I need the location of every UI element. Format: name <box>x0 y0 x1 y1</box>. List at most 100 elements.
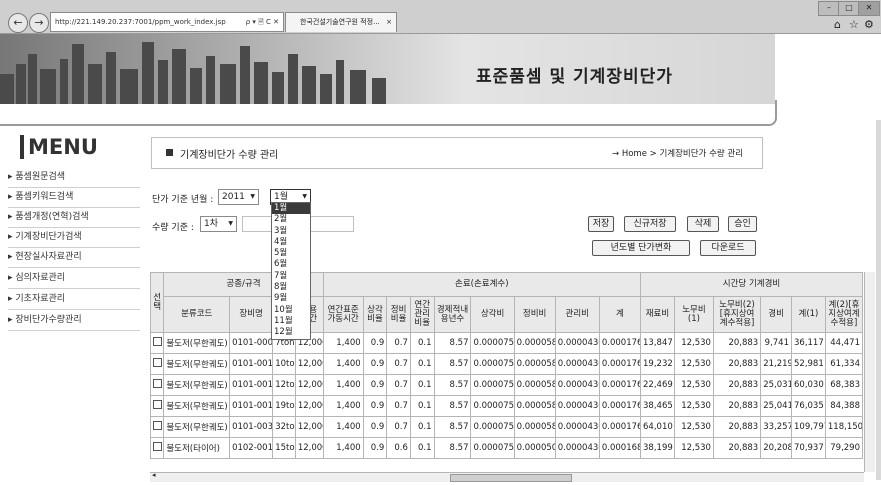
sidebar-item-5[interactable]: ▸ 현장실사자료관리 <box>8 247 140 268</box>
table-row: 불도저(타이어)0102-001515ton12,0001,4000.90.60… <box>149 437 864 459</box>
address-bar[interactable]: http://221.149.20.237:7001/ppm_work_inde… <box>50 12 284 32</box>
sidebar-item-2[interactable]: ▸ 품셈키워드검색 <box>8 187 140 208</box>
table-row: 불도저(무한궤도)0101-001919ton12,0001,4000.90.7… <box>149 395 864 417</box>
month-option[interactable]: 12월 <box>272 327 310 338</box>
delete-button[interactable]: 삭제 <box>687 216 719 232</box>
month-option[interactable]: 9월 <box>272 293 310 304</box>
table-cell: 0102-0015 <box>229 437 274 459</box>
table-cell: 0.0001763 <box>598 374 642 396</box>
table-cell: 0.1 <box>409 395 435 417</box>
table-cell: 68,383 <box>824 374 864 396</box>
scroll-left-icon[interactable]: ◂ <box>152 471 156 479</box>
table-cell: 20,883 <box>712 437 762 459</box>
sidebar-item-1[interactable]: ▸ 품셈원문검색 <box>8 167 140 188</box>
settings-gear-icon[interactable]: ⚙ <box>864 18 874 31</box>
table-cell: 79,290 <box>824 437 864 459</box>
table-cell: 0.0000750 <box>470 353 515 375</box>
month-option[interactable]: 7월 <box>272 271 310 282</box>
table-cell: 12,000 <box>294 374 324 396</box>
row-checkbox[interactable] <box>153 379 162 388</box>
table-cell: 0.0000750 <box>470 395 515 417</box>
qty-select[interactable]: 1차 ▼ <box>200 216 237 232</box>
table-cell: 12,530 <box>673 353 714 375</box>
row-checkbox[interactable] <box>153 337 162 346</box>
table-cell: 44,471 <box>824 332 864 354</box>
approve-button[interactable]: 승인 <box>728 216 757 232</box>
close-window-icon[interactable]: ✕ <box>858 1 880 16</box>
table-row: 불도저(무한궤도)0101-003232ton12,0001,4000.90.7… <box>149 416 864 438</box>
table-cell: 0.0000583 <box>513 416 556 438</box>
table-cell: 19ton <box>272 395 296 417</box>
table-cell: 61,334 <box>824 353 864 375</box>
download-button[interactable]: 다운로드 <box>700 240 756 256</box>
table-cell: 12,530 <box>673 374 714 396</box>
home-icon[interactable]: ⌂ <box>834 18 841 31</box>
save-button[interactable]: 저장 <box>588 216 614 232</box>
table-cell: 0.0000583 <box>513 374 556 396</box>
banner-title: 표준품셈 및 기계장비단가 <box>476 67 673 87</box>
month-option[interactable]: 5월 <box>272 248 310 259</box>
vertical-scrollbar[interactable] <box>864 272 875 472</box>
col-labor2: 노무비(2)[휴지상여계수적용] <box>712 296 762 333</box>
table-cell: 0.7 <box>386 416 411 438</box>
address-tools[interactable]: ρ ▾ 🗎 C ✕ <box>246 13 279 31</box>
row-select-cell <box>149 374 165 396</box>
city-skyline-image <box>0 42 386 104</box>
table-cell: 12,530 <box>673 437 714 459</box>
forward-icon[interactable]: → <box>29 13 49 33</box>
year-select[interactable]: 2011 ▼ <box>218 189 259 205</box>
row-checkbox[interactable] <box>153 400 162 409</box>
sidebar-item-4[interactable]: ▸ 기계장비단가검색 <box>8 227 140 248</box>
back-icon[interactable]: ← <box>8 13 28 33</box>
yearly-change-button[interactable]: 년도별 단가변화 <box>592 240 690 256</box>
month-option[interactable]: 3월 <box>272 226 310 237</box>
page-header: 기계장비단가 수량 관리 → Home > 기계장비단가 수량 관리 <box>151 137 763 169</box>
tab-close-icon[interactable]: × <box>386 13 392 32</box>
table-cell: 0.7 <box>386 374 411 396</box>
table-cell: 12,530 <box>673 332 714 354</box>
banner-divider <box>0 100 777 126</box>
table-cell: 22,469 <box>640 374 675 396</box>
col-maint-cost: 정비비 <box>513 296 556 333</box>
table-cell: 0.0000750 <box>470 374 515 396</box>
row-select-cell <box>149 353 165 375</box>
table-cell: 10ton <box>272 353 296 375</box>
table-cell: 0.0000430 <box>554 395 600 417</box>
browser-tab[interactable]: 한국건설기술연구원 적정... × <box>285 12 397 32</box>
scroll-thumb[interactable] <box>450 474 572 482</box>
month-option[interactable]: 4월 <box>272 237 310 248</box>
table-cell: 8.57 <box>433 374 472 396</box>
month-option[interactable]: 6월 <box>272 259 310 270</box>
row-checkbox[interactable] <box>153 358 162 367</box>
table-cell: 0.0000430 <box>554 353 600 375</box>
maximize-icon[interactable]: □ <box>838 1 860 16</box>
row-checkbox[interactable] <box>153 442 162 451</box>
page-scrollbar[interactable] <box>876 120 881 480</box>
table-cell: 1,400 <box>322 416 364 438</box>
sidebar-item-3[interactable]: ▸ 품셈개정(연혁)검색 <box>8 207 140 228</box>
table-cell: 12,000 <box>294 353 324 375</box>
qty-label: 수량 기준 : <box>152 223 194 233</box>
row-select-cell <box>149 332 165 354</box>
table-cell: 불도저(무한궤도) <box>163 374 231 396</box>
table-cell: 76,035 <box>791 395 826 417</box>
new-save-button[interactable]: 신규저장 <box>624 216 676 232</box>
table-cell: 0.0000750 <box>470 332 515 354</box>
sidebar-item-8[interactable]: ▸ 장비단가수량관리 <box>8 310 140 331</box>
favorites-icon[interactable]: ☆ <box>849 18 859 31</box>
table-cell: 0.0000430 <box>554 416 600 438</box>
row-checkbox[interactable] <box>153 421 162 430</box>
month-option[interactable]: 10월 <box>272 305 310 316</box>
col-material: 재료비 <box>640 296 675 333</box>
horizontal-scrollbar[interactable]: ◂ <box>150 471 864 482</box>
month-option[interactable]: 8월 <box>272 282 310 293</box>
minimize-icon[interactable]: – <box>818 1 840 16</box>
month-option[interactable]: 11월 <box>272 316 310 327</box>
sidebar-item-6[interactable]: ▸ 심의자료관리 <box>8 268 140 289</box>
table-cell: 0101-0007 <box>229 332 274 354</box>
month-dropdown-list[interactable]: 1월 2월 3월 4월 5월 6월 7월 8월 9월 10월 11월 12월 <box>271 202 311 340</box>
month-option[interactable]: 2월 <box>272 214 310 225</box>
month-option[interactable]: 1월 <box>272 203 310 215</box>
url-text: http://221.149.20.237:7001/ppm_work_inde… <box>55 18 226 26</box>
sidebar-item-7[interactable]: ▸ 기초자료관리 <box>8 289 140 310</box>
